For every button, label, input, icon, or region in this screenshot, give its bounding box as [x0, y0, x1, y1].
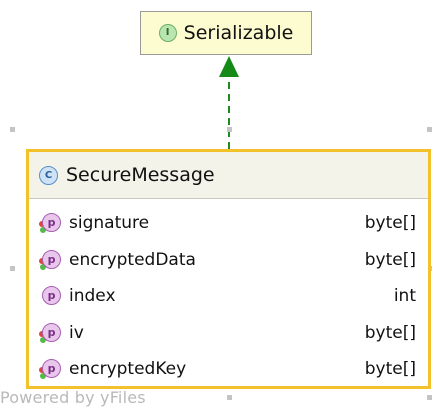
selection-handle-middle-left[interactable]: [10, 266, 15, 271]
property-private-icon: p: [39, 322, 61, 344]
property-private-icon: p: [39, 249, 61, 271]
class-name: SecureMessage: [66, 164, 215, 186]
class-node-securemessage[interactable]: C SecureMessage p signature byte[] p enc…: [26, 149, 431, 389]
property-badge: p: [42, 213, 61, 233]
field-name: encryptedKey: [69, 359, 187, 380]
selection-handle-top-left[interactable]: [10, 127, 15, 132]
selection-handle-top-right[interactable]: [427, 127, 432, 132]
interface-name: Serializable: [183, 22, 294, 44]
selection-handle-top-middle[interactable]: [227, 127, 232, 132]
property-private-icon: p: [39, 212, 61, 234]
field-name: index: [69, 286, 116, 307]
interface-node-serializable[interactable]: I Serializable: [140, 11, 312, 55]
field-row[interactable]: p index int: [29, 278, 428, 315]
field-row[interactable]: p iv byte[]: [29, 315, 428, 352]
property-private-icon: p: [39, 358, 61, 380]
field-row[interactable]: p signature byte[]: [29, 205, 428, 242]
field-name: iv: [69, 322, 84, 343]
selection-handle-bottom-right[interactable]: [427, 395, 432, 400]
property-badge: p: [42, 286, 61, 306]
field-name: encryptedData: [69, 249, 196, 270]
property-icon: p: [39, 285, 61, 307]
field-type: int: [393, 286, 416, 307]
interface-icon: I: [158, 24, 177, 42]
edge-arrowhead: [219, 56, 239, 77]
class-header: C SecureMessage: [29, 152, 428, 199]
field-type: byte[]: [364, 359, 416, 380]
yfiles-watermark: Powered by yFiles: [0, 388, 146, 407]
class-icon: C: [39, 165, 58, 185]
field-type: byte[]: [364, 322, 416, 343]
field-type: byte[]: [364, 213, 416, 234]
field-row[interactable]: p encryptedData byte[]: [29, 242, 428, 279]
field-name: signature: [69, 213, 150, 234]
property-badge: p: [42, 359, 61, 379]
field-list: p signature byte[] p encryptedData byte[…: [29, 199, 428, 388]
field-row[interactable]: p encryptedKey byte[]: [29, 351, 428, 388]
selection-handle-bottom-middle[interactable]: [227, 395, 232, 400]
property-badge: p: [42, 249, 61, 269]
property-badge: p: [42, 322, 61, 342]
field-type: byte[]: [364, 249, 416, 270]
